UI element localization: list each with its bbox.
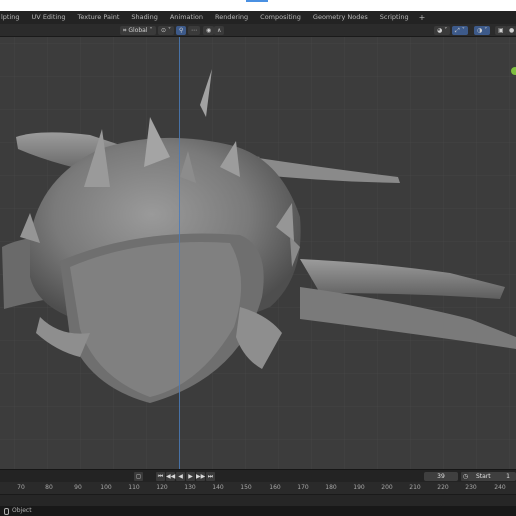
ruler-tick: 160 [269,484,281,491]
chevron-down-icon: ˅ [484,27,488,34]
viewport-header: ⌗ Global ˅ ⊙ ˅ ⚲ ⋯ ◉ ∧ ◕ ˅ ⤢ ˅ ◑ ˅ ▣ ● [0,24,516,37]
current-frame-field[interactable]: 39 [424,472,458,481]
jump-keyframe-back-button[interactable]: ◀◀ [166,472,175,481]
jump-end-button[interactable]: ⏭ [206,472,215,481]
pivot-point-dropdown[interactable]: ⊙ ˅ [158,26,175,35]
visibility-dropdown[interactable]: ◕ ˅ [434,26,451,35]
play-reverse-button[interactable]: ◀ [176,472,185,481]
ruler-tick: 120 [156,484,168,491]
ruler-tick: 170 [297,484,309,491]
jump-start-button[interactable]: ⏮ [156,472,165,481]
top-system-strip [0,0,516,11]
tab-texture-paint[interactable]: Texture Paint [71,11,125,24]
current-frame-line [179,37,180,506]
play-button[interactable]: ▶ [186,472,195,481]
ruler-tick: 240 [494,484,506,491]
status-bar: Object [0,506,516,516]
timeline-header: ◻ ⏮ ◀◀ ◀ ▶ ▶▶ ⏭ 39 ◷ Start 1 [0,469,516,482]
ruler-tick: 80 [45,484,53,491]
ruler-tick: 230 [465,484,477,491]
chevron-down-icon: ˅ [461,27,465,34]
xray-icon: ▣ [498,27,504,34]
snap-target-icon: ⋯ [191,27,197,34]
navigation-gizmo[interactable] [511,67,516,75]
3d-viewport[interactable] [0,37,516,469]
chevron-down-icon: ˅ [149,27,153,34]
ruler-tick: 210 [409,484,421,491]
transform-orientation-dropdown[interactable]: ⌗ Global ˅ [120,26,156,35]
orientation-label: Global [128,27,148,34]
add-workspace-button[interactable]: + [415,13,430,22]
status-mode-label: Object [12,507,32,514]
mouse-icon [4,507,9,515]
gizmo-icon: ⤢ [455,27,460,34]
xray-toggle[interactable]: ▣ [495,26,507,35]
ruler-tick: 220 [437,484,449,491]
ruler-tick: 110 [128,484,140,491]
ruler-tick: 90 [74,484,82,491]
eye-icon: ◕ [437,27,443,34]
tab-compositing[interactable]: Compositing [254,11,307,24]
ruler-tick: 140 [212,484,224,491]
jump-keyframe-forward-button[interactable]: ▶▶ [196,472,205,481]
ruler-tick: 100 [100,484,112,491]
start-value: 1 [506,473,510,480]
chevron-down-icon: ˅ [168,27,172,34]
solid-shading-button[interactable]: ● [506,26,516,35]
falloff-dropdown[interactable]: ∧ [214,26,225,35]
tab-rendering[interactable]: Rendering [209,11,254,24]
workspace-tabbar: lpting UV Editing Texture Paint Shading … [0,11,516,24]
top-strip-accent [246,0,268,2]
snap-toggle[interactable]: ⚲ [176,26,187,35]
viewport-grid [0,37,516,469]
tab-sculpting[interactable]: lpting [0,11,26,24]
chevron-down-icon: ˅ [444,27,448,34]
proportional-edit-toggle[interactable]: ◉ [203,26,215,35]
ruler-tick: 190 [353,484,365,491]
snap-target-dropdown[interactable]: ⋯ [188,26,200,35]
start-label: Start [476,473,491,480]
start-frame-field[interactable]: Start 1 [468,472,516,481]
falloff-icon: ∧ [217,27,222,34]
timeline-ruler[interactable]: 70 80 90 100 110 120 130 140 150 160 170… [0,482,516,494]
timeline-track[interactable] [0,494,516,506]
ruler-tick: 150 [240,484,252,491]
solid-shading-icon: ● [509,27,515,34]
ruler-tick: 200 [381,484,393,491]
overlay-icon: ◑ [477,27,483,34]
proportional-icon: ◉ [206,27,212,34]
ruler-tick: 180 [325,484,337,491]
orientation-icon: ⌗ [123,27,127,34]
ruler-tick: 130 [184,484,196,491]
overlay-toggle[interactable]: ◑ ˅ [474,26,491,35]
ruler-tick: 70 [17,484,25,491]
snap-icon: ⚲ [179,27,184,34]
keyframe-toggle[interactable]: ◻ [134,472,143,481]
tab-scripting[interactable]: Scripting [374,11,415,24]
tab-uv-editing[interactable]: UV Editing [26,11,72,24]
tab-animation[interactable]: Animation [164,11,209,24]
tab-shading[interactable]: Shading [125,11,163,24]
gizmo-toggle[interactable]: ⤢ ˅ [452,26,468,35]
tab-geometry-nodes[interactable]: Geometry Nodes [307,11,374,24]
pivot-icon: ⊙ [161,27,167,34]
